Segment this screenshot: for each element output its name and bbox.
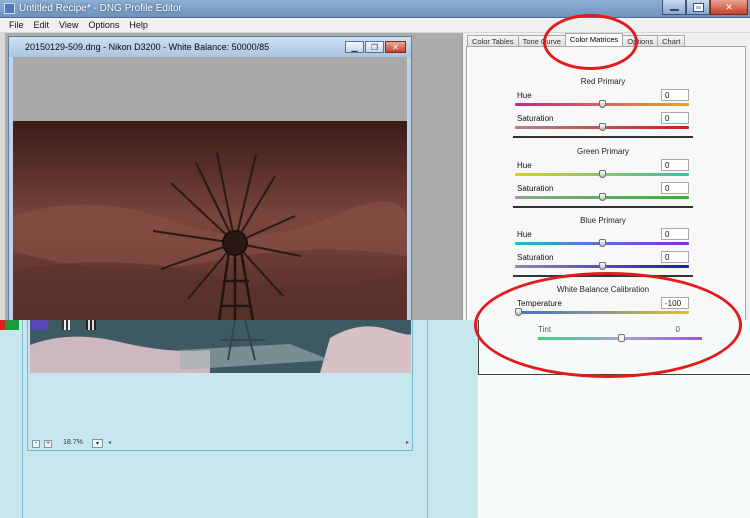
slider-thumb[interactable] — [599, 170, 606, 178]
slider-label: Hue — [517, 230, 532, 239]
menu-bar: File Edit View Options Help — [0, 18, 750, 33]
image-minimize-button[interactable]: ▁ — [345, 41, 364, 53]
minimize-icon: ▁ — [351, 42, 358, 52]
image-window-titlebar[interactable]: 20150129-509.dng - Nikon D3200 - White B… — [9, 37, 411, 57]
slider-thumb[interactable] — [599, 100, 606, 108]
blue-primary-group: Blue Primary Hue 0 Saturation 0 — [515, 216, 691, 274]
scroll-left-icon[interactable]: ◂ — [108, 439, 111, 446]
maximize-icon — [692, 2, 704, 12]
group-divider — [513, 206, 693, 208]
slider-thumb[interactable] — [599, 262, 606, 270]
menu-view[interactable]: View — [54, 18, 83, 32]
window-title: Untitled Recipe* - DNG Profile Editor — [19, 3, 182, 14]
window-titlebar: Untitled Recipe* - DNG Profile Editor ✕ — [0, 0, 750, 18]
green-hue-input[interactable]: 0 — [661, 159, 689, 171]
green-hue-slider[interactable] — [515, 170, 689, 178]
green-hue-row: Hue 0 — [515, 159, 691, 182]
group-divider — [513, 136, 693, 138]
green-saturation-input[interactable]: 0 — [661, 182, 689, 194]
image-maximize-button[interactable]: ❐ — [365, 41, 384, 53]
slider-label: Saturation — [517, 114, 554, 123]
red-saturation-row: Saturation 0 — [515, 112, 691, 135]
red-hue-slider[interactable] — [515, 100, 689, 108]
blue-saturation-row: Saturation 0 — [515, 251, 691, 274]
group-title: Green Primary — [576, 147, 629, 156]
slider-thumb[interactable] — [599, 239, 606, 247]
menu-help[interactable]: Help — [124, 18, 153, 32]
zoom-dropdown[interactable]: ▾ — [92, 439, 103, 448]
maximize-button[interactable] — [686, 0, 710, 15]
render-artifact — [30, 320, 48, 330]
close-icon: ✕ — [392, 42, 399, 52]
blue-saturation-input[interactable]: 0 — [661, 251, 689, 263]
windmill-photo — [13, 121, 407, 321]
minimize-button[interactable] — [662, 0, 686, 15]
red-saturation-slider[interactable] — [515, 123, 689, 131]
image-window-title: 20150129-509.dng - Nikon D3200 - White B… — [25, 42, 270, 52]
slider-thumb[interactable] — [599, 193, 606, 201]
close-button[interactable]: ✕ — [710, 0, 748, 15]
app-icon — [4, 3, 15, 14]
tab-color-matrices[interactable]: Color Matrices — [564, 33, 624, 46]
zoom-out-button[interactable]: - — [32, 440, 40, 448]
render-artifact — [5, 320, 19, 330]
zoom-in-button[interactable]: + — [44, 440, 52, 448]
blue-hue-row: Hue 0 — [515, 228, 691, 251]
green-saturation-slider[interactable] — [515, 193, 689, 201]
slider-label: Hue — [517, 161, 532, 170]
panel-tabs: Color Tables Tone Curve Color Matrices O… — [467, 33, 686, 46]
minimize-icon — [669, 8, 679, 11]
render-artifact — [62, 320, 70, 330]
image-status-bar: - + 18.7% ▾ ◂ ▸ — [28, 437, 413, 450]
group-title: Red Primary — [580, 77, 626, 86]
red-saturation-input[interactable]: 0 — [661, 112, 689, 124]
tab-color-tables[interactable]: Color Tables — [467, 35, 519, 46]
workspace-edge — [0, 33, 5, 320]
menu-file[interactable]: File — [4, 18, 29, 32]
red-hue-row: Hue 0 — [515, 89, 691, 112]
image-window[interactable]: 20150129-509.dng - Nikon D3200 - White B… — [8, 36, 412, 321]
image-close-button[interactable]: ✕ — [385, 41, 406, 53]
restore-icon: ❐ — [370, 42, 379, 52]
blue-hue-slider[interactable] — [515, 239, 689, 247]
red-primary-group: Red Primary Hue 0 Saturation 0 — [515, 77, 691, 135]
close-icon: ✕ — [725, 1, 733, 12]
image-canvas-padding — [13, 57, 407, 121]
blue-hue-input[interactable]: 0 — [661, 228, 689, 240]
photo-preview[interactable] — [13, 121, 407, 321]
red-hue-input[interactable]: 0 — [661, 89, 689, 101]
green-saturation-row: Saturation 0 — [515, 182, 691, 205]
annotation-circle — [474, 272, 742, 378]
slider-label: Hue — [517, 91, 532, 100]
menu-edit[interactable]: Edit — [29, 18, 55, 32]
slider-label: Saturation — [517, 253, 554, 262]
zoom-level: 18.7% — [63, 439, 83, 446]
slider-label: Saturation — [517, 184, 554, 193]
green-primary-group: Green Primary Hue 0 Saturation 0 — [515, 147, 691, 205]
blue-saturation-slider[interactable] — [515, 262, 689, 270]
group-title: Blue Primary — [580, 216, 626, 225]
render-artifact — [86, 320, 96, 330]
slider-thumb[interactable] — [599, 123, 606, 131]
tab-chart[interactable]: Chart — [657, 35, 686, 46]
scroll-right-icon[interactable]: ▸ — [406, 439, 409, 446]
menu-options[interactable]: Options — [83, 18, 124, 32]
